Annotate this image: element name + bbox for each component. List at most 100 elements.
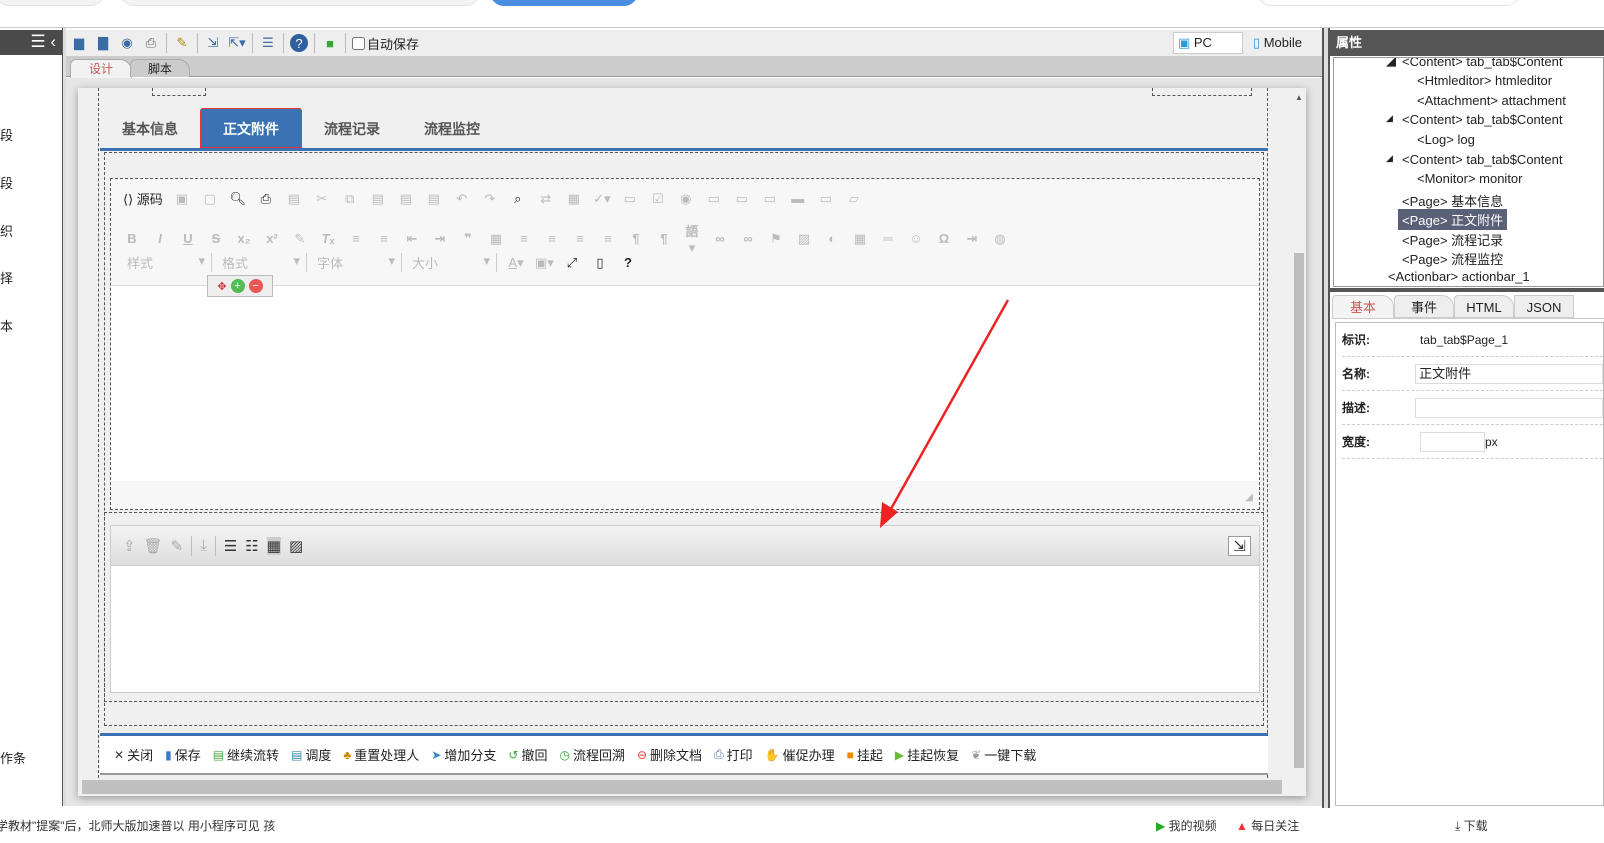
save-as-icon[interactable]: ▇ [94, 34, 112, 52]
source-button[interactable]: ⟨⟩ 源码 [123, 189, 163, 208]
tree-node[interactable]: <Content> tab_tab$Content [1402, 112, 1562, 127]
paste-icon[interactable]: ▤ [369, 191, 387, 207]
action-resume-button[interactable]: ▶ 挂起恢复 [895, 745, 959, 764]
action-branch-button[interactable]: ➤ 增加分支 [431, 745, 496, 764]
autosave-checkbox[interactable]: 自动保存 [352, 34, 419, 53]
tab-attachment[interactable]: 正文附件 [200, 108, 302, 148]
bold-icon[interactable]: B [123, 231, 141, 246]
download-link[interactable]: ⤓ 下载 [1455, 817, 1488, 834]
image-view-icon[interactable]: ▨ [289, 537, 303, 555]
paste-word-icon[interactable]: ▤ [425, 191, 443, 207]
size-select[interactable]: 大小 ▾ [412, 253, 497, 272]
table-icon[interactable]: ▦ [851, 231, 869, 247]
tree-node[interactable]: <Content> tab_tab$Content [1402, 152, 1562, 167]
button-icon[interactable]: ▬ [789, 191, 807, 206]
italic-icon[interactable]: I [151, 231, 169, 246]
scroll-thumb[interactable] [1294, 253, 1304, 768]
edit-icon[interactable]: ✎ [171, 537, 184, 555]
action-urge-button[interactable]: ✋ 催促办理 [765, 745, 835, 764]
action-print-button[interactable]: ⎙ 打印 [714, 745, 753, 764]
new-page-icon[interactable]: ▢ [201, 191, 219, 207]
sidebar-item[interactable]: 作条 [0, 748, 26, 767]
collapse-icon[interactable]: ‹ [50, 32, 56, 51]
action-undo-button[interactable]: ↺ 撤回 [508, 745, 547, 764]
browser-tab[interactable] [120, 0, 480, 6]
sidebar-header[interactable]: ☰ ‹ [0, 30, 62, 55]
browser-tab-active[interactable] [490, 0, 638, 6]
expand-icon[interactable]: ⇲ [1228, 535, 1251, 556]
textfield-icon[interactable]: ▭ [705, 191, 723, 207]
sidebar-item[interactable]: 本 [0, 316, 13, 335]
tree-node[interactable]: <Actionbar> actionbar_1 [1388, 269, 1530, 284]
grid-view-icon[interactable]: ▦ [266, 536, 281, 555]
tree-expander-icon[interactable]: ◢ [1386, 58, 1396, 69]
tree-node[interactable]: <Page> 流程监控 [1402, 249, 1503, 268]
editor-content[interactable] [111, 285, 1259, 481]
upload-icon[interactable]: ⇪ [123, 537, 136, 555]
import-icon[interactable]: ⇲ [204, 34, 222, 52]
rtl-icon[interactable]: ¶ [655, 231, 673, 246]
radio-icon[interactable]: ◉ [677, 191, 695, 207]
ltr-icon[interactable]: ¶ [627, 231, 645, 246]
replace-icon[interactable]: ⇄ [537, 191, 555, 207]
smiley-icon[interactable]: ☺ [907, 231, 925, 246]
subscript-icon[interactable]: x₂ [235, 231, 253, 246]
justify-icon[interactable]: ≡ [599, 231, 617, 246]
form-icon[interactable]: ▭ [621, 191, 639, 207]
bullet-list-icon[interactable]: ≡ [375, 231, 393, 246]
tab-events[interactable]: 事件 [1394, 295, 1454, 318]
tab-basic[interactable]: 基本 [1332, 295, 1394, 318]
print-icon[interactable]: ⎙ [257, 191, 275, 207]
preview-icon[interactable]: 🔍︎ [229, 191, 247, 207]
my-videos-link[interactable]: ▶ 我的视频 [1156, 817, 1217, 834]
move-icon[interactable]: ✥ [217, 280, 226, 293]
daily-follow-link[interactable]: ▲ 每日关注 [1236, 817, 1299, 834]
sidebar-item[interactable]: 段 [0, 173, 13, 192]
show-blocks-icon[interactable]: ▯ [591, 255, 609, 271]
tab-script[interactable]: 脚本 [130, 59, 190, 77]
hr-icon[interactable]: ═ [879, 231, 897, 246]
download-icon[interactable]: ⤓ [200, 537, 207, 554]
format-painter-icon[interactable]: ✎ [291, 231, 309, 247]
news-ticker[interactable]: 学教材"提案"后，北师大版加速普以 用小程序可见 孩 [0, 817, 275, 834]
resize-grip-icon[interactable]: ◢ [1245, 492, 1253, 503]
bg-color-icon[interactable]: ▣▾ [535, 255, 554, 271]
imagebutton-icon[interactable]: ▭ [817, 191, 835, 207]
blockquote-icon[interactable]: ❞ [459, 231, 477, 247]
tree-node[interactable]: <Attachment> attachment [1417, 93, 1566, 108]
select-all-icon[interactable]: ▦ [565, 191, 583, 207]
menu-icon[interactable]: ☰ [30, 32, 45, 51]
desc-input[interactable] [1415, 397, 1603, 418]
mobile-view-button[interactable]: ▯ Mobile [1253, 35, 1302, 51]
remove-format-icon[interactable]: Tₓ [319, 231, 337, 246]
superscript-icon[interactable]: x² [263, 231, 281, 246]
action-forward-button[interactable]: ▤ 继续流转 [213, 745, 279, 764]
tree-expander-icon[interactable]: ◢ [1386, 113, 1393, 124]
redo-icon[interactable]: ↷ [481, 191, 499, 207]
action-dispatch-button[interactable]: ▤ 调度 [291, 745, 331, 764]
wand-icon[interactable]: ✎ [173, 34, 191, 52]
tree-node[interactable]: <Content> tab_tab$Content [1402, 58, 1562, 69]
action-download-button[interactable]: ❦ 一键下载 [971, 745, 1036, 764]
tab-json[interactable]: JSON [1514, 295, 1574, 318]
name-input[interactable]: 正文附件 [1415, 363, 1603, 384]
tab-flow-monitor[interactable]: 流程监控 [402, 109, 502, 149]
div-icon[interactable]: ▦ [487, 231, 505, 247]
tree-node[interactable]: <Log> log [1417, 132, 1475, 147]
tab-html[interactable]: HTML [1454, 295, 1514, 318]
pc-view-button[interactable]: ▣ PC [1172, 32, 1243, 54]
action-save-button[interactable]: ▮ 保存 [165, 745, 201, 764]
text-color-icon[interactable]: A▾ [507, 255, 525, 271]
action-delete-button[interactable]: ⊖ 删除文档 [637, 745, 702, 764]
sidebar-item[interactable]: 择 [0, 268, 13, 287]
action-rollback-button[interactable]: ◷ 流程回溯 [559, 745, 625, 764]
numbered-list-icon[interactable]: ≡ [347, 231, 365, 246]
template-icon[interactable]: ▤ [285, 191, 303, 207]
about-icon[interactable]: ? [619, 255, 637, 270]
pagebreak-icon[interactable]: ⇥ [963, 231, 981, 247]
unlink-icon[interactable]: ∞ [739, 231, 757, 246]
align-center-icon[interactable]: ≡ [543, 231, 561, 246]
delete-icon[interactable]: 🗑︎ [144, 537, 163, 555]
tree-node[interactable]: <Page> 流程记录 [1402, 230, 1503, 249]
width-input[interactable] [1420, 431, 1485, 452]
